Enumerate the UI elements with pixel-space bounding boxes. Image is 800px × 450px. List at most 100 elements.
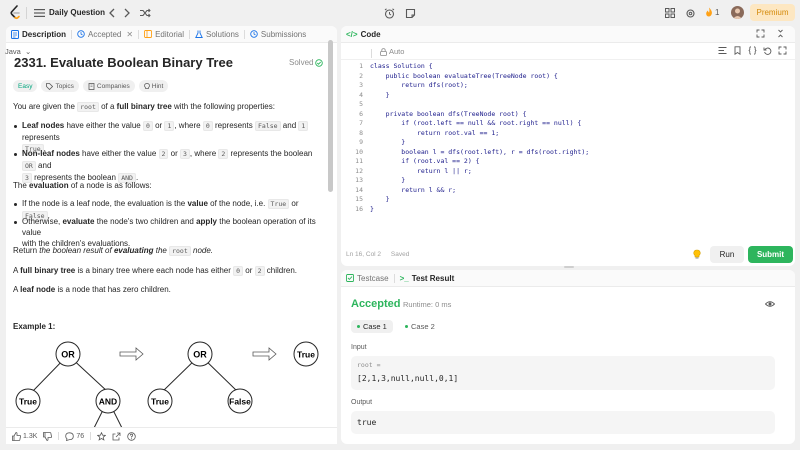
code-line: return dfs(root);: [370, 81, 468, 89]
code-line: return l || r;: [370, 166, 472, 175]
notes-icon[interactable]: [402, 5, 418, 21]
hint-chip[interactable]: Hint: [138, 80, 169, 92]
tab-editorial[interactable]: Editorial: [139, 26, 189, 43]
favorite-star-icon[interactable]: [97, 431, 107, 441]
comments-button[interactable]: 76: [65, 431, 85, 441]
close-icon[interactable]: ✕: [126, 30, 133, 39]
code-line: if (root.val == 2) {: [370, 157, 480, 165]
checkbox-icon: [346, 274, 354, 282]
bullet: [14, 125, 17, 128]
code-line: }: [370, 138, 406, 146]
code-line: return l && r;: [370, 185, 457, 194]
topics-chip[interactable]: Topics: [41, 80, 79, 92]
bookmark-icon[interactable]: [733, 46, 742, 55]
line-number: 9: [359, 138, 363, 146]
language-select[interactable]: Java ⌄: [5, 47, 31, 56]
next-problem-chevron-right-icon[interactable]: [120, 6, 134, 20]
expand-icon[interactable]: [778, 46, 787, 55]
line-number: 8: [359, 128, 363, 137]
premium-button[interactable]: Premium: [750, 4, 795, 21]
description-scrollbar[interactable]: [328, 40, 333, 192]
format-lines-icon[interactable]: [718, 46, 727, 55]
tab-label: Solutions: [205, 29, 239, 39]
dislike-button[interactable]: [43, 431, 53, 441]
tab-label: Editorial: [155, 29, 184, 39]
eye-icon[interactable]: [765, 299, 775, 309]
runtime-label: Runtime: 0 ms: [403, 300, 452, 309]
document-icon: [11, 29, 19, 39]
result-tabbar: Testcase >_ Test Result: [341, 270, 795, 287]
timer-alarm-icon[interactable]: [381, 5, 397, 21]
tab-solutions[interactable]: Solutions: [190, 26, 244, 43]
code-tabbar: </> Code: [341, 26, 795, 43]
help-question-icon[interactable]: [127, 431, 136, 441]
divider: [26, 7, 27, 19]
line-number: 10: [355, 147, 363, 156]
problem-paragraph: You are given the root of a full binary …: [13, 102, 275, 112]
top-bar: Daily Question 1 Premium: [0, 0, 800, 26]
non-leaf-nodes-rule: Non-leaf nodes have either the value 2 o…: [22, 149, 313, 183]
shuffle-icon[interactable]: [138, 6, 152, 20]
inline-code: root: [77, 102, 99, 112]
tab-testcase[interactable]: Testcase: [341, 270, 394, 287]
like-button[interactable]: 1.3K: [12, 431, 38, 441]
arrow-right-icon: [252, 347, 277, 361]
leetcode-logo-icon[interactable]: [9, 5, 21, 21]
problem-list-title[interactable]: Daily Question: [49, 8, 105, 17]
comment-count: 76: [76, 432, 85, 440]
lightbulb-icon[interactable]: [692, 249, 702, 259]
line-number: 15: [355, 195, 363, 203]
problem-tags: Easy Topics Companies Hint: [13, 80, 169, 92]
flask-icon: [195, 30, 203, 38]
tab-accepted[interactable]: Accepted ✕: [72, 26, 138, 43]
tree-node-label: False: [229, 397, 251, 407]
book-icon: [144, 30, 153, 38]
maximize-icon[interactable]: [756, 29, 765, 40]
divider: [371, 49, 372, 58]
code-line: public boolean evaluateTree(TreeNode roo…: [370, 71, 558, 80]
run-button[interactable]: Run: [710, 246, 744, 263]
companies-chip[interactable]: Companies: [82, 80, 135, 92]
line-number: 16: [355, 204, 363, 213]
divider: [90, 432, 92, 440]
streak-counter[interactable]: 1: [705, 7, 719, 17]
problem-title[interactable]: 2331. Evaluate Boolean Binary Tree: [14, 55, 233, 70]
tab-description[interactable]: Description: [6, 26, 71, 43]
tab-code[interactable]: </> Code: [341, 26, 386, 43]
code-line: class Solution {: [370, 62, 433, 70]
line-number: 5: [359, 100, 363, 108]
braces-icon[interactable]: [748, 46, 757, 55]
tree-node-label: OR: [61, 350, 75, 360]
description-tabbar: Description Accepted ✕ Editorial Solutio…: [6, 26, 337, 43]
tab-test-result[interactable]: >_ Test Result: [395, 270, 460, 287]
tree-node-label: True: [151, 397, 169, 407]
pass-dot: [405, 325, 408, 328]
case-tab-1[interactable]: Case 1: [351, 320, 393, 333]
tree-node-label: True: [297, 350, 315, 360]
code-editor[interactable]: class Solution { public boolean evaluate…: [370, 62, 589, 214]
collapse-icon[interactable]: [776, 29, 785, 40]
case-tab-2[interactable]: Case 2: [399, 320, 441, 333]
user-avatar[interactable]: [731, 6, 744, 19]
divider: [58, 432, 60, 440]
prev-problem-chevron-left-icon[interactable]: [105, 6, 119, 20]
reset-arrow-icon[interactable]: [763, 46, 772, 55]
submit-button[interactable]: Submit: [748, 246, 793, 263]
bullet: [14, 203, 17, 206]
layout-grid-icon[interactable]: [663, 6, 677, 20]
share-icon[interactable]: [112, 432, 121, 441]
chevron-down-icon: ⌄: [24, 47, 32, 56]
line-number: 3: [359, 81, 363, 89]
like-count: 1.3K: [23, 432, 38, 440]
auto-mode-toggle[interactable]: Auto: [380, 47, 404, 56]
settings-gear-icon[interactable]: [683, 6, 697, 20]
input-value: [2,1,3,null,null,0,1]: [357, 374, 459, 383]
tab-submissions[interactable]: Submissions: [245, 26, 311, 43]
problem-list-icon[interactable]: [33, 7, 45, 19]
result-status: Accepted: [351, 298, 401, 310]
history-clock-icon: [77, 30, 85, 38]
panel-resize-handle[interactable]: [564, 266, 574, 268]
lock-icon: [380, 47, 387, 56]
output-value: true: [357, 418, 377, 427]
